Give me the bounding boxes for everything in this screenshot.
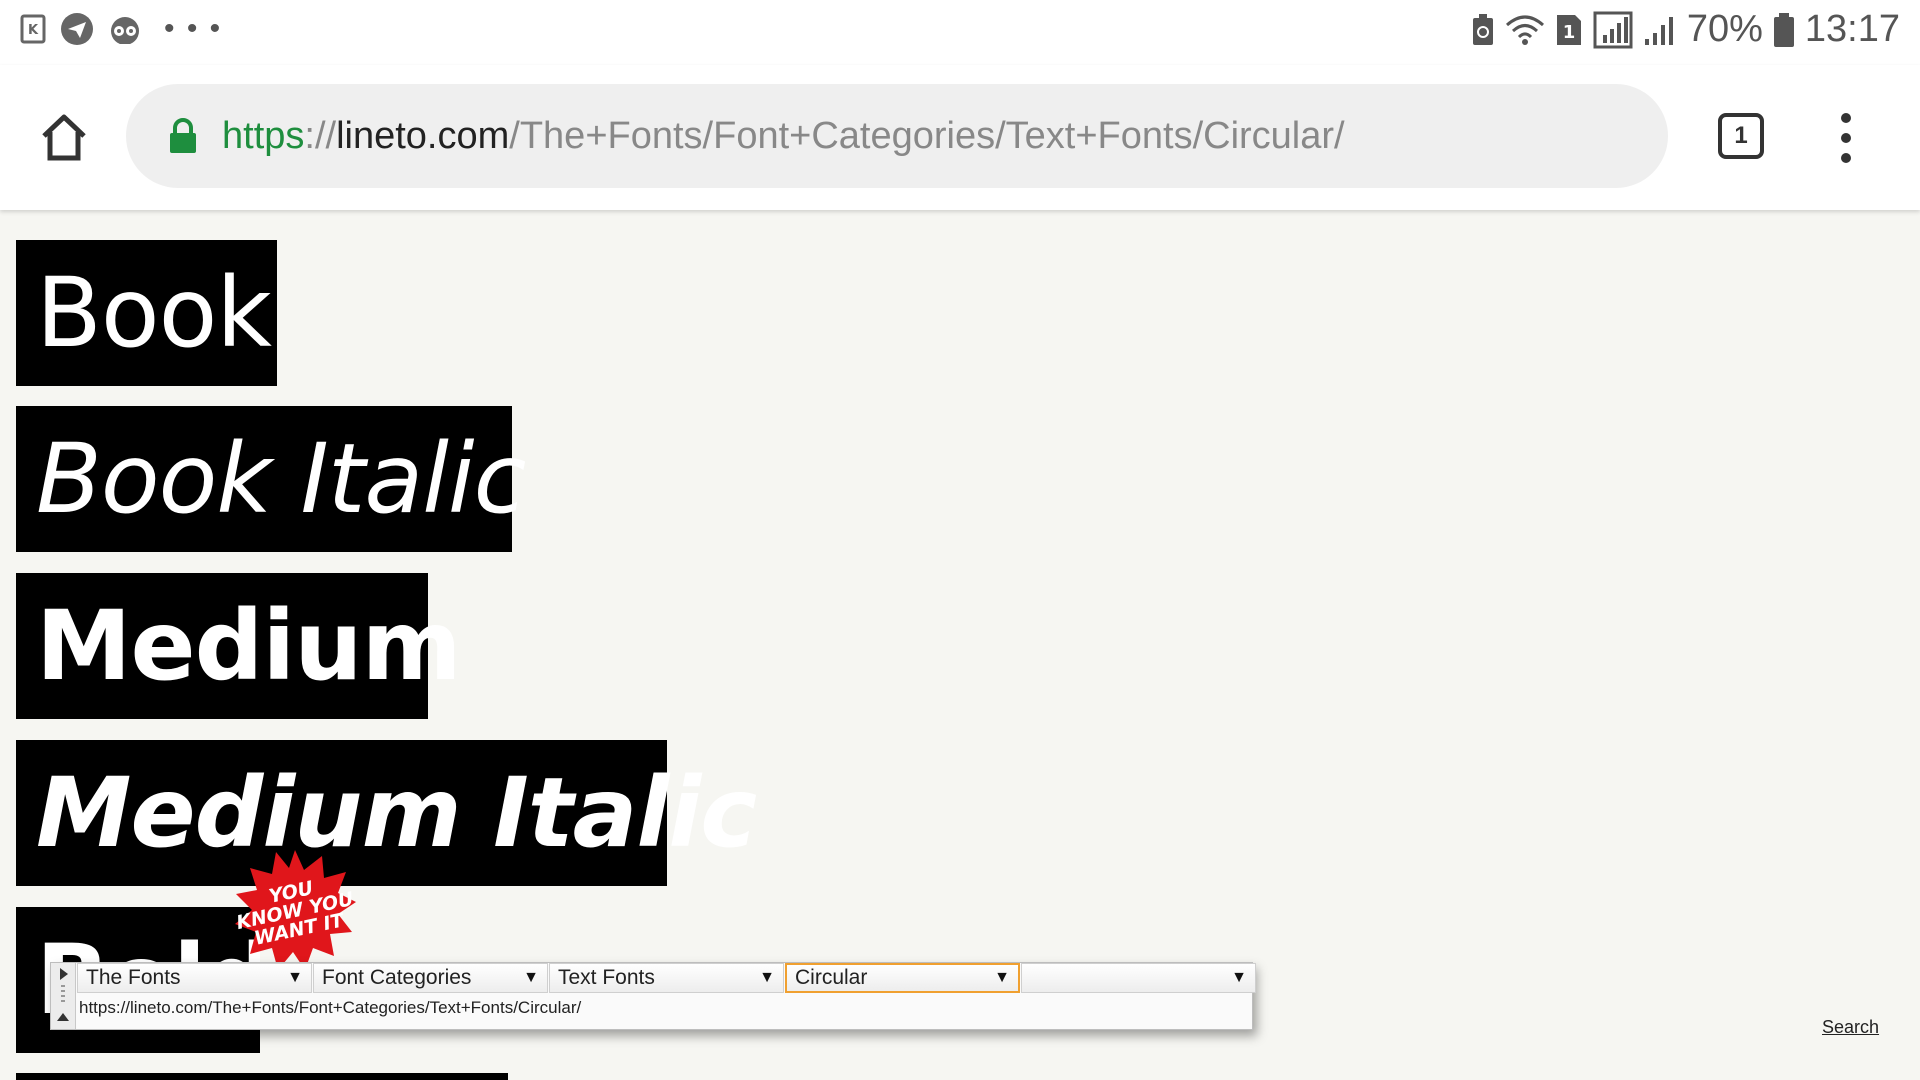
tab-count: 1 bbox=[1734, 122, 1748, 149]
signal-bars-icon bbox=[1643, 13, 1677, 47]
font-style-book-italic[interactable]: Book Italic bbox=[16, 406, 526, 552]
tripadvisor-icon bbox=[108, 14, 142, 44]
tab-switcher-button[interactable]: 1 bbox=[1718, 113, 1764, 159]
wifi-icon bbox=[1505, 13, 1545, 47]
signal-icon bbox=[1593, 11, 1633, 49]
recycle-battery-icon bbox=[1471, 13, 1495, 47]
system-icons: 1 70% 13:17 bbox=[1471, 8, 1900, 51]
more-notifications-icon: • • • bbox=[164, 12, 223, 45]
select-label: The Fonts bbox=[86, 966, 181, 989]
dropdown-arrow-icon: ▼ bbox=[994, 969, 1010, 986]
select-label: Font Categories bbox=[322, 966, 472, 989]
url-path: /The+Fonts/Font+Categories/Text+Fonts/Ci… bbox=[509, 114, 1345, 157]
select-empty[interactable]: ▼ bbox=[1021, 963, 1256, 993]
navigator-selects: The Fonts ▼ Font Categories ▼ Text Fonts… bbox=[77, 963, 1257, 995]
menu-dot-icon bbox=[1841, 133, 1851, 143]
url-text[interactable]: https://lineto.com/The+Fonts/Font+Catego… bbox=[222, 115, 1345, 158]
collapse-arrow-icon[interactable] bbox=[57, 1013, 69, 1021]
dropdown-arrow-icon: ▼ bbox=[1231, 969, 1247, 986]
telegram-icon bbox=[60, 12, 94, 46]
page-content: Book Book Italic Medium Medium Italic Bo… bbox=[0, 210, 1920, 1080]
select-label: Text Fonts bbox=[558, 966, 655, 989]
notification-icons: K • • • bbox=[20, 12, 222, 46]
url-scheme: https bbox=[222, 114, 305, 157]
url-host: lineto.com bbox=[336, 114, 510, 157]
home-icon bbox=[42, 114, 86, 161]
font-style-medium[interactable]: Medium bbox=[16, 573, 462, 719]
menu-dot-icon bbox=[1841, 153, 1851, 163]
browser-toolbar: https://lineto.com/The+Fonts/Font+Catego… bbox=[0, 65, 1920, 210]
sim-1-icon: 1 bbox=[1555, 13, 1583, 47]
select-label: Circular bbox=[795, 966, 868, 989]
select-circular[interactable]: Circular ▼ bbox=[785, 963, 1020, 993]
drag-grip-icon[interactable] bbox=[61, 985, 65, 1005]
font-style-book[interactable]: Book bbox=[16, 240, 277, 386]
you-know-you-want-it-sticker[interactable]: YOU KNOW YOU WANT IT bbox=[232, 848, 358, 974]
select-text-fonts[interactable]: Text Fonts ▼ bbox=[549, 963, 784, 993]
lock-icon[interactable] bbox=[166, 116, 200, 156]
select-the-fonts[interactable]: The Fonts ▼ bbox=[77, 963, 312, 993]
expand-arrow-icon[interactable] bbox=[60, 968, 68, 980]
address-bar[interactable]: https://lineto.com/The+Fonts/Font+Catego… bbox=[126, 84, 1668, 188]
overflow-menu-button[interactable] bbox=[1830, 113, 1862, 163]
svg-text:1: 1 bbox=[1563, 22, 1576, 43]
kindle-icon: K bbox=[20, 14, 46, 44]
navigator-url[interactable]: https://lineto.com/The+Fonts/Font+Catego… bbox=[79, 998, 581, 1018]
font-style-next[interactable] bbox=[16, 1073, 508, 1080]
navigator-handle[interactable] bbox=[51, 963, 76, 1029]
select-font-categories[interactable]: Font Categories ▼ bbox=[313, 963, 548, 993]
menu-dot-icon bbox=[1841, 113, 1851, 123]
clock: 13:17 bbox=[1804, 8, 1900, 50]
battery-percent: 70% bbox=[1686, 8, 1763, 50]
status-bar: K • • • 1 70% 13:17 bbox=[0, 0, 1920, 65]
search-link[interactable]: Search bbox=[1822, 1017, 1879, 1038]
breadcrumb-navigator: The Fonts ▼ Font Categories ▼ Text Fonts… bbox=[50, 962, 1256, 1030]
dropdown-arrow-icon: ▼ bbox=[759, 969, 775, 986]
dropdown-arrow-icon: ▼ bbox=[287, 969, 303, 986]
dropdown-arrow-icon: ▼ bbox=[523, 969, 539, 986]
url-separator: :// bbox=[304, 114, 337, 157]
home-button[interactable] bbox=[32, 105, 96, 169]
battery-icon bbox=[1773, 12, 1795, 48]
svg-text:K: K bbox=[28, 23, 39, 38]
